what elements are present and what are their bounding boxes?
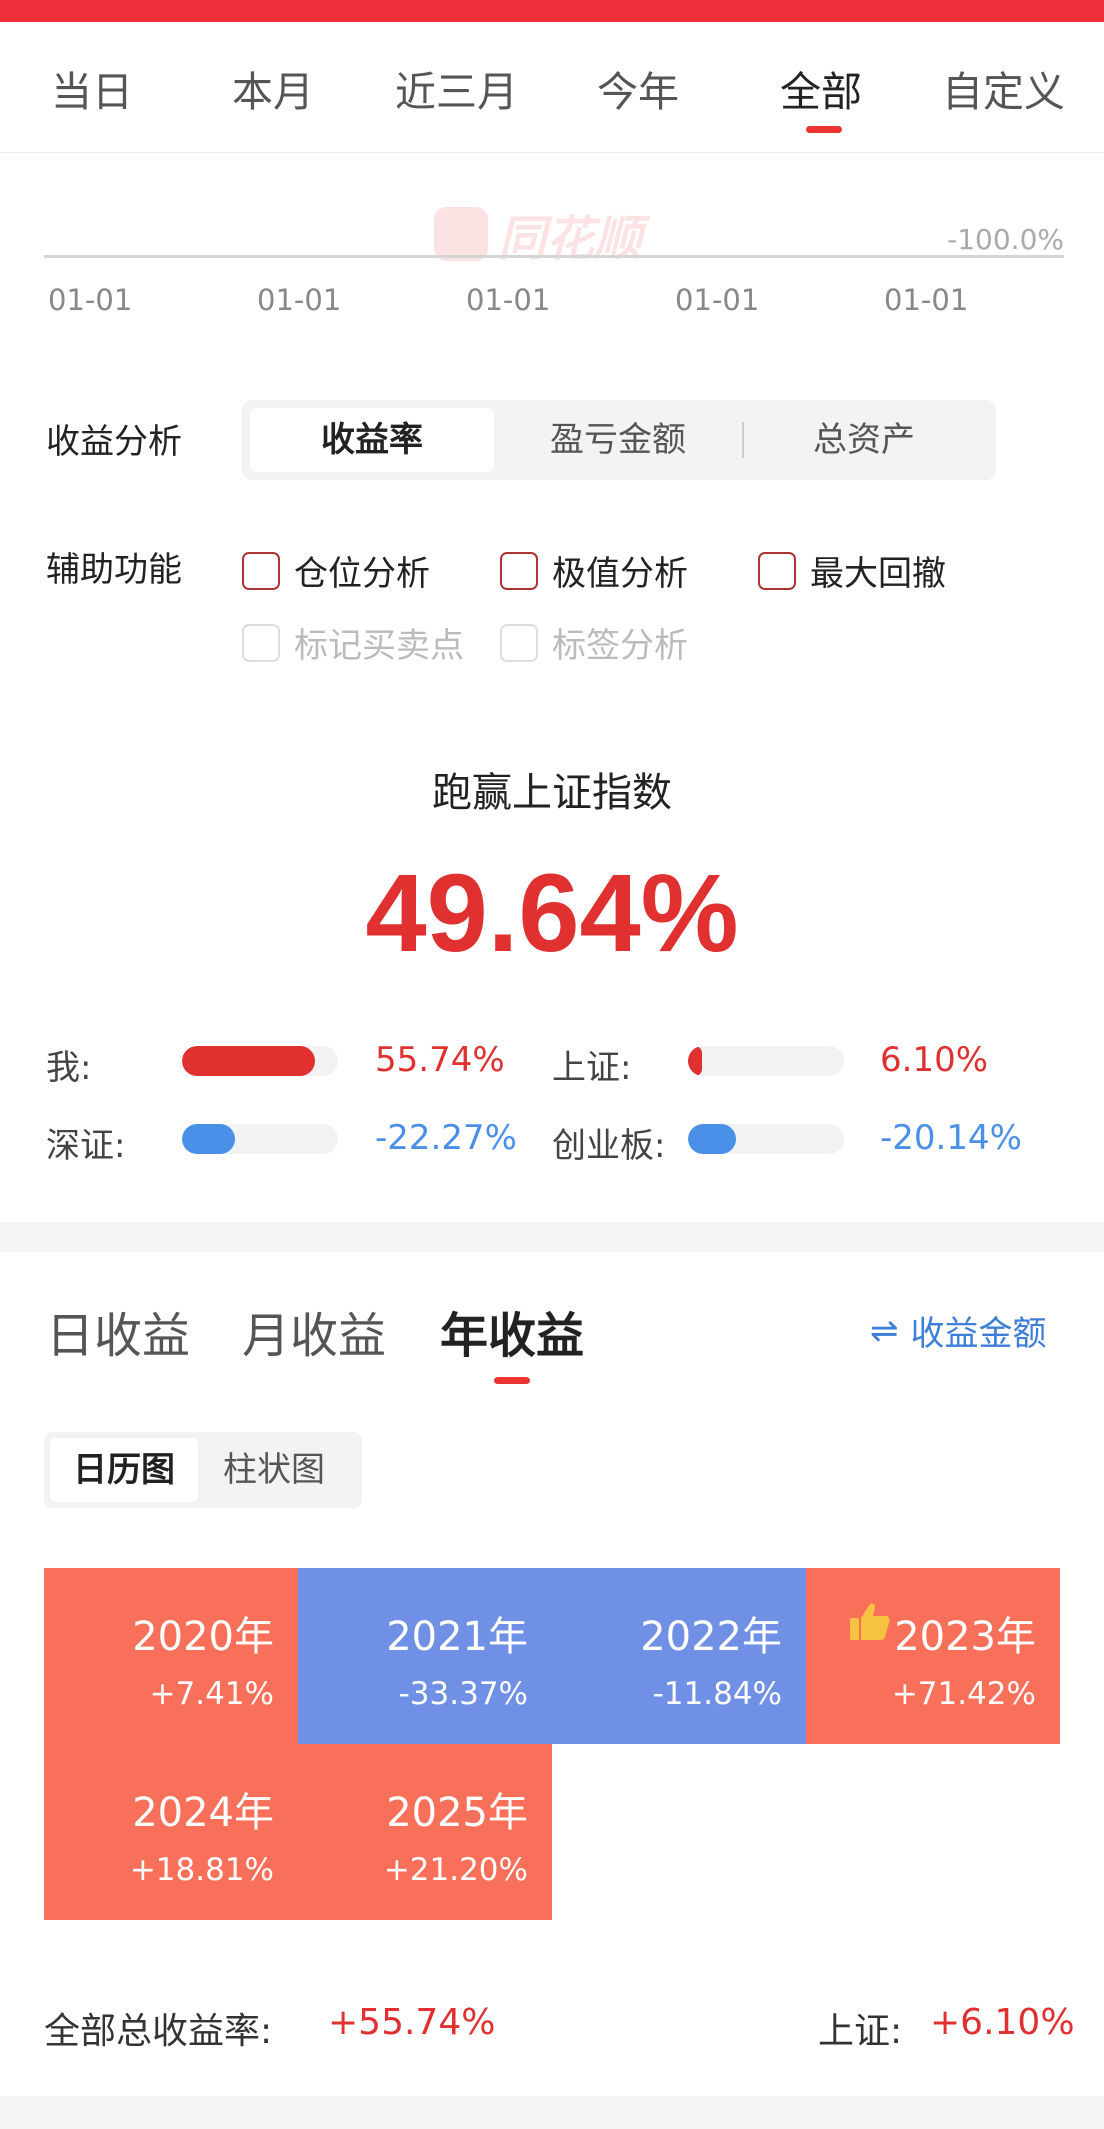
checkbox-mark-trades: 标记买卖点 xyxy=(242,618,464,667)
top-red-bar xyxy=(0,0,1104,22)
total-return-label: 全部总收益率: xyxy=(44,2011,273,2052)
checkbox-label: 标记买卖点 xyxy=(294,626,464,666)
checkbox-label: 标签分析 xyxy=(552,626,688,666)
checkbox-box[interactable] xyxy=(758,551,796,590)
aux-label: 辅助功能 xyxy=(46,550,182,590)
sh-return-value: +6.10% xyxy=(930,2002,1075,2043)
watermark-text: 同花顺 xyxy=(498,211,643,267)
x-tick: 01-01 xyxy=(257,283,342,317)
tab-this-month[interactable]: 本月 xyxy=(232,58,314,118)
tab-daily-yield[interactable]: 日收益 xyxy=(46,1296,190,1366)
seg-profit-amount[interactable]: 盈亏金额 xyxy=(496,408,740,472)
tab-this-year[interactable]: 今年 xyxy=(597,58,679,118)
active-tab-indicator xyxy=(806,126,842,133)
year-cell[interactable]: 2022年 -11.84% xyxy=(552,1568,806,1744)
year-return: -33.37% xyxy=(398,1676,528,1712)
x-tick: 01-01 xyxy=(48,283,133,317)
year-label: 2023年 xyxy=(894,1614,1036,1660)
view-calendar[interactable]: 日历图 xyxy=(50,1438,198,1502)
checkbox-box xyxy=(242,623,280,662)
year-label: 2020年 xyxy=(132,1614,274,1660)
checkbox-label: 极值分析 xyxy=(552,554,688,594)
checkbox-box[interactable] xyxy=(500,551,538,590)
view-toggle: 日历图 柱状图 xyxy=(44,1432,362,1508)
thumbs-up-icon xyxy=(850,1603,890,1640)
switch-link-label: 收益金额 xyxy=(910,1314,1047,1354)
sh-return-label: 上证: xyxy=(818,2011,903,2052)
section-divider xyxy=(0,1222,1104,1252)
seg-return-rate[interactable]: 收益率 xyxy=(250,408,494,472)
x-tick: 01-01 xyxy=(675,283,760,317)
checkbox-max-drawdown[interactable]: 最大回撤 xyxy=(758,546,946,595)
compare-label-sh: 上证: xyxy=(552,1048,632,1088)
compare-value-sh: 6.10% xyxy=(880,1040,989,1080)
analysis-label: 收益分析 xyxy=(46,422,182,462)
tab-today[interactable]: 当日 xyxy=(51,58,133,118)
year-return: +21.20% xyxy=(383,1852,528,1888)
tab-monthly-yield[interactable]: 月收益 xyxy=(242,1296,386,1366)
x-tick: 01-01 xyxy=(466,283,551,317)
view-bar[interactable]: 柱状图 xyxy=(200,1438,348,1502)
checkbox-tag-analysis: 标签分析 xyxy=(500,618,688,667)
checkbox-box[interactable] xyxy=(242,551,280,590)
swap-icon: ⇌ xyxy=(870,1310,899,1351)
year-return: +71.42% xyxy=(891,1676,1036,1712)
checkbox-label: 最大回撤 xyxy=(810,554,946,594)
checkbox-position-analysis[interactable]: 仓位分析 xyxy=(242,546,430,595)
compare-value-gem: -20.14% xyxy=(880,1118,1022,1158)
analysis-segmented-control: 收益率 盈亏金额 总资产 xyxy=(242,400,996,480)
period-tab-bar: 当日 本月 近三月 今年 全部 自定义 xyxy=(0,22,1104,153)
year-return: +18.81% xyxy=(129,1852,274,1888)
year-label: 2025年 xyxy=(386,1790,528,1836)
tab-yearly-yield[interactable]: 年收益 xyxy=(440,1296,584,1366)
tab-all[interactable]: 全部 xyxy=(780,58,862,118)
y-axis-label: -100.0% xyxy=(947,223,1064,256)
year-return: +7.41% xyxy=(149,1676,274,1712)
checkbox-extreme-analysis[interactable]: 极值分析 xyxy=(500,546,688,595)
compare-value-sz: -22.27% xyxy=(375,1118,517,1158)
year-cell[interactable]: 2021年 -33.37% xyxy=(298,1568,552,1744)
compare-bar-sh xyxy=(688,1046,844,1076)
year-return: -11.84% xyxy=(652,1676,782,1712)
watermark: 同花顺 xyxy=(434,199,642,269)
chart-baseline xyxy=(44,255,1064,258)
beat-index-title: 跑赢上证指数 xyxy=(432,770,672,816)
tab-three-months[interactable]: 近三月 xyxy=(395,58,518,118)
brand-logo-icon xyxy=(434,207,488,261)
bottom-section-divider xyxy=(0,2096,1104,2129)
year-label: 2021年 xyxy=(386,1614,528,1660)
total-return-value: +55.74% xyxy=(328,2002,496,2043)
checkbox-box xyxy=(500,623,538,662)
compare-bar-sz xyxy=(182,1124,338,1154)
compare-label-gem: 创业板: xyxy=(552,1126,666,1166)
compare-value-me: 55.74% xyxy=(375,1040,505,1080)
compare-label-sz: 深证: xyxy=(46,1126,126,1166)
tab-custom[interactable]: 自定义 xyxy=(942,58,1065,118)
checkbox-label: 仓位分析 xyxy=(294,554,430,594)
year-cell[interactable]: 2024年 +18.81% xyxy=(44,1744,298,1920)
x-tick: 01-01 xyxy=(884,283,969,317)
return-chart[interactable]: 同花顺 -100.0% 01-01 01-01 01-01 01-01 01-0… xyxy=(44,185,1064,335)
compare-label-me: 我: xyxy=(46,1048,92,1088)
compare-bar-gem xyxy=(688,1124,844,1154)
year-label: 2022年 xyxy=(640,1614,782,1660)
year-label: 2024年 xyxy=(132,1790,274,1836)
beat-index-value: 49.64% xyxy=(365,852,739,975)
year-cell[interactable]: 2023年 +71.42% xyxy=(806,1568,1060,1744)
year-cell[interactable]: 2020年 +7.41% xyxy=(44,1568,298,1744)
seg-total-assets[interactable]: 总资产 xyxy=(742,408,986,472)
compare-bar-me xyxy=(182,1046,338,1076)
active-tab-indicator xyxy=(494,1377,530,1384)
switch-profit-amount-link[interactable]: ⇌ 收益金额 xyxy=(870,1306,1047,1355)
year-cell[interactable]: 2025年 +21.20% xyxy=(298,1744,552,1920)
